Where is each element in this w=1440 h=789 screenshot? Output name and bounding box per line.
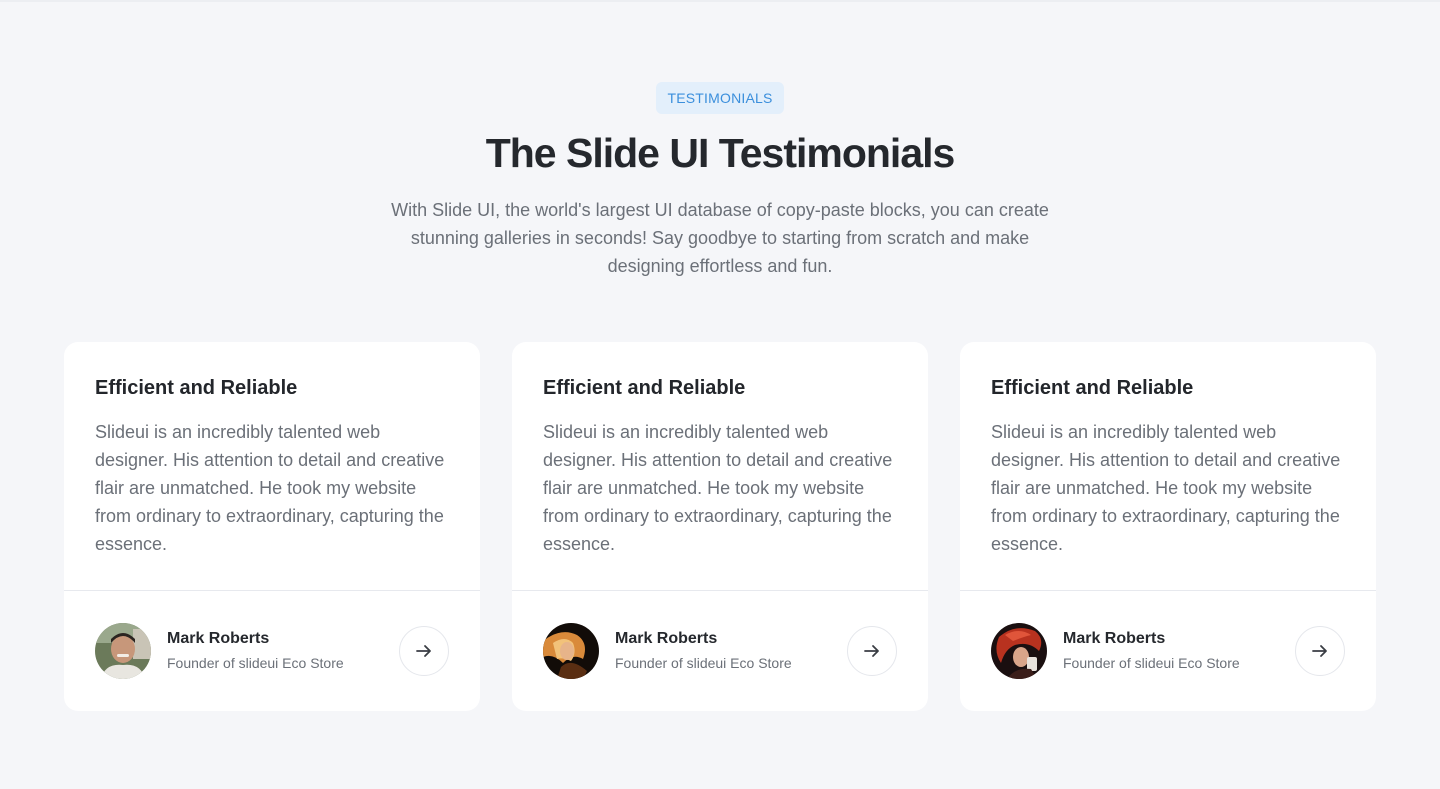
card-divider (64, 590, 480, 591)
testimonial-text: Slideui is an incredibly talented web de… (95, 422, 445, 554)
next-button[interactable] (399, 626, 449, 676)
testimonial-title: Efficient and Reliable (543, 377, 746, 399)
testimonial-card: Efficient and Reliable Slideui is an inc… (960, 342, 1376, 711)
testimonial-title: Efficient and Reliable (991, 377, 1194, 399)
testimonial-text: Slideui is an incredibly talented web de… (991, 422, 1341, 554)
author-role: Founder of slideui Eco Store (615, 655, 792, 671)
arrow-right-icon (1312, 645, 1327, 657)
author-name: Mark Roberts (615, 630, 718, 647)
author-row: Mark Roberts Founder of slideui Eco Stor… (95, 623, 449, 679)
next-button[interactable] (847, 626, 897, 676)
author-row: Mark Roberts Founder of slideui Eco Stor… (991, 623, 1345, 679)
testimonial-card: Efficient and Reliable Slideui is an inc… (64, 342, 480, 711)
testimonials-section: TESTIMONIALS The Slide UI Testimonials W… (0, 2, 1440, 789)
section-subtitle: With Slide UI, the world's largest UI da… (391, 200, 1049, 276)
author-role: Founder of slideui Eco Store (167, 655, 344, 671)
avatar (991, 623, 1047, 679)
author-name: Mark Roberts (167, 630, 270, 647)
arrow-right-icon (416, 645, 431, 657)
avatar (95, 623, 151, 679)
author-row: Mark Roberts Founder of slideui Eco Stor… (543, 623, 897, 679)
section-title: The Slide UI Testimonials (485, 130, 956, 176)
author-name: Mark Roberts (1063, 630, 1166, 647)
testimonial-text: Slideui is an incredibly talented web de… (543, 422, 893, 554)
avatar (543, 623, 599, 679)
author-role: Founder of slideui Eco Store (1063, 655, 1240, 671)
card-divider (960, 590, 1376, 591)
arrow-right-icon (864, 645, 879, 657)
next-button[interactable] (1295, 626, 1345, 676)
section-badge: TESTIMONIALS (656, 82, 784, 114)
testimonial-title: Efficient and Reliable (95, 377, 298, 399)
card-divider (512, 590, 928, 591)
testimonial-card: Efficient and Reliable Slideui is an inc… (512, 342, 928, 711)
